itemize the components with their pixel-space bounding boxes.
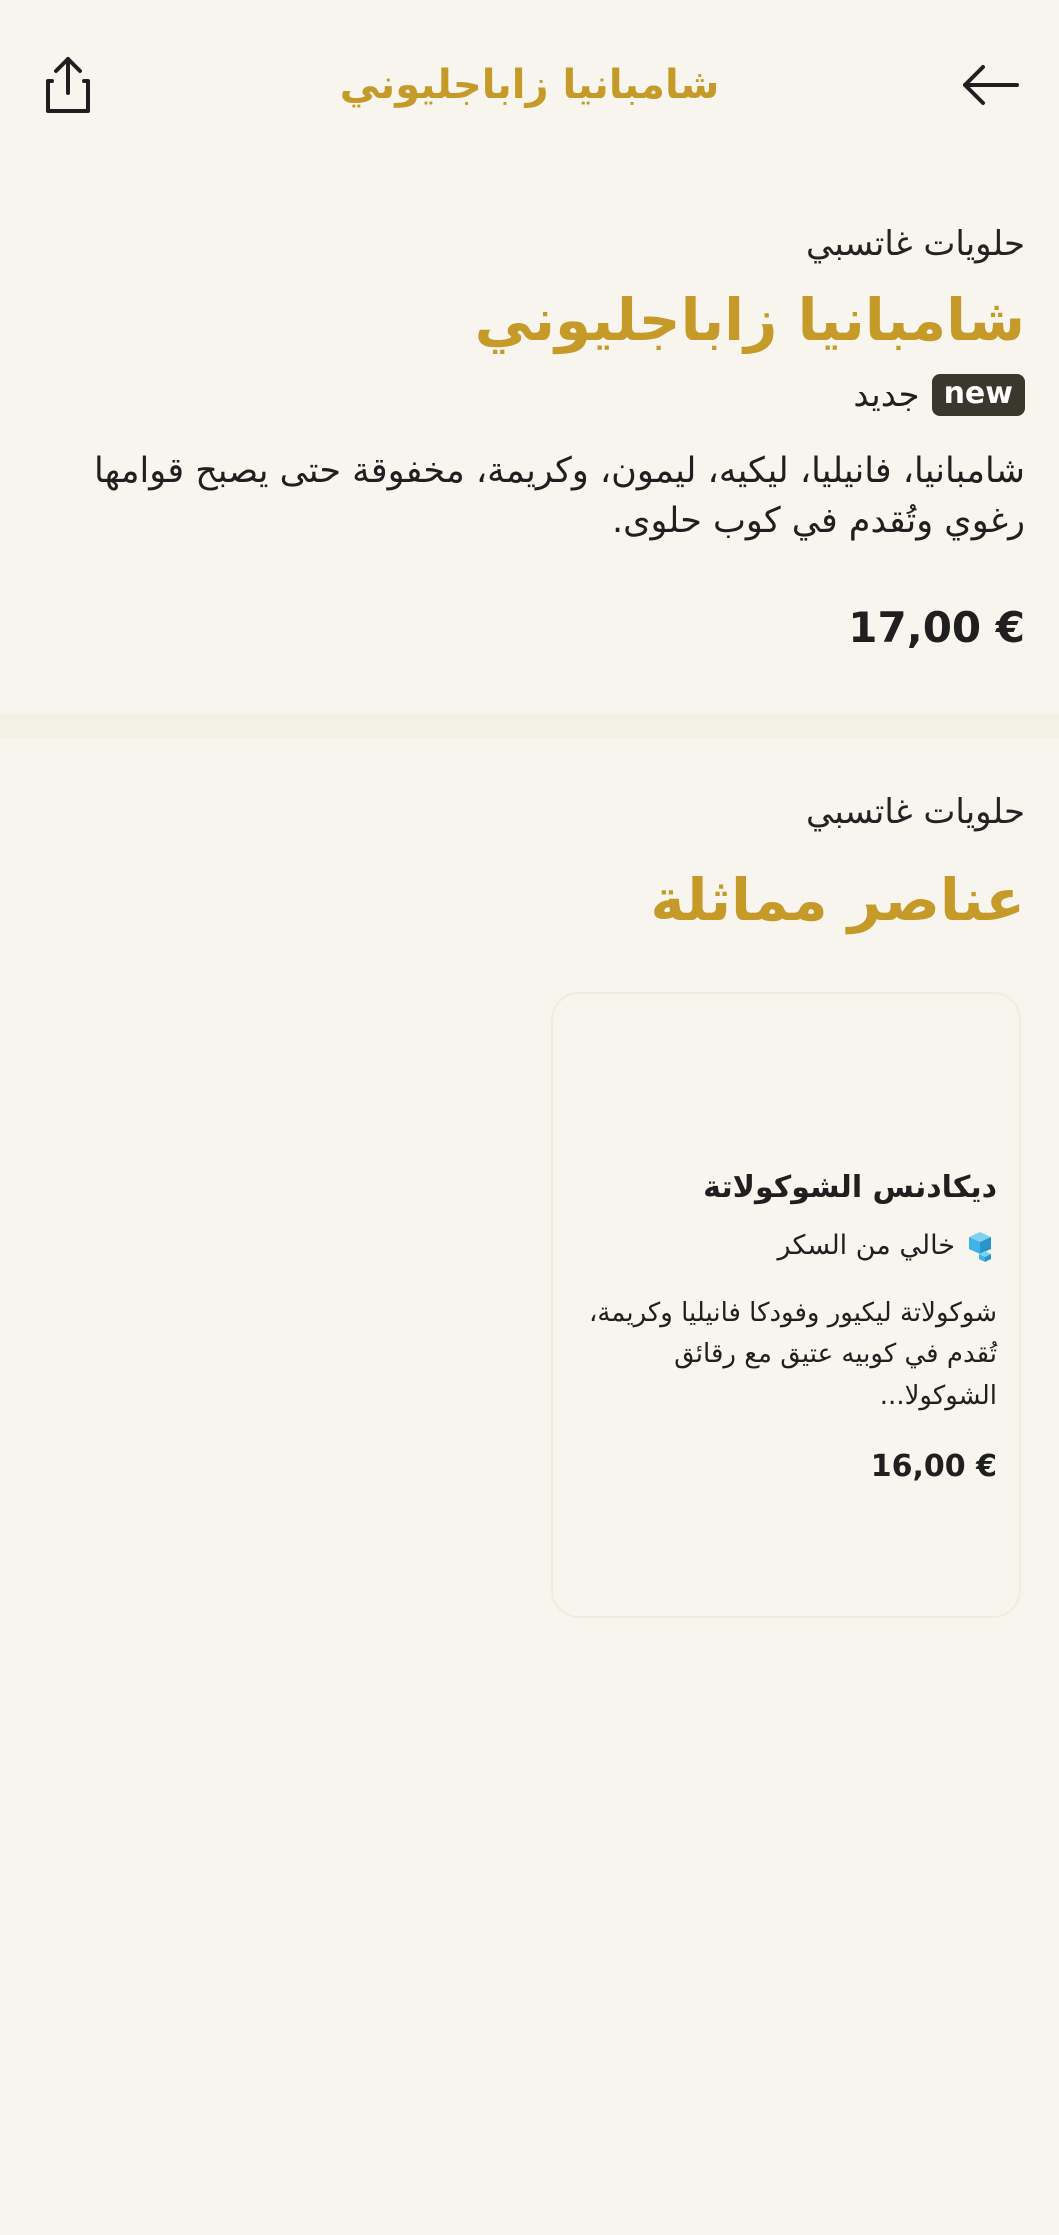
similar-item-card[interactable]: ديكادنس الشوكولاتة خالي من السكر شوكولات… (551, 991, 1021, 1618)
similar-store-name: حلويات غاتسبي (805, 792, 1025, 833)
card-description: شوكولاتة ليكيور وفودكا فانيليا وكريمة، ت… (575, 1293, 997, 1418)
item-description: شامبانيا، فانيليا، ليكيه، ليمون، وكريمة،… (94, 450, 1025, 542)
share-button[interactable] (32, 49, 104, 121)
store-name: حلويات غاتسبي (805, 224, 1025, 264)
similar-items-section: حلويات غاتسبي عناصر مماثلة ديكادنس الشوك… (0, 792, 1059, 1618)
new-label: جديد (853, 374, 920, 415)
new-badge: new (931, 373, 1025, 416)
card-description-line-1: شوكولاتة ليكيور وفودكا فانيليا وكريمة، (588, 1297, 997, 1328)
top-bar: شامبانيا زاباجليوني (0, 0, 1059, 170)
card-tag-label: خالي من السكر (777, 1230, 955, 1262)
share-icon (46, 57, 90, 113)
item-details: حلويات غاتسبي شامبانيا زاباجليوني new جد… (0, 224, 1059, 652)
arrow-back-icon (963, 65, 1019, 105)
similar-items-title: عناصر مماثلة (650, 866, 1025, 935)
card-description-line-2: تُقدم في كوبيه عتيق مع رقائق الشوكولا... (674, 1339, 997, 1411)
sugar-free-tag: خالي من السكر (575, 1229, 997, 1263)
card-title: ديكادنس الشوكولاتة (703, 1169, 997, 1205)
new-indicator: new جديد (34, 373, 1025, 416)
item-price: 17,00 € (848, 603, 1025, 653)
card-price: 16,00 € (870, 1449, 997, 1485)
section-divider (0, 714, 1059, 739)
item-title: شامبانيا زاباجليوني (474, 286, 1025, 354)
back-button[interactable] (955, 49, 1027, 121)
sugar-cube-icon (969, 1231, 991, 1262)
page-title: شامبانيا زاباجليوني (339, 62, 720, 108)
